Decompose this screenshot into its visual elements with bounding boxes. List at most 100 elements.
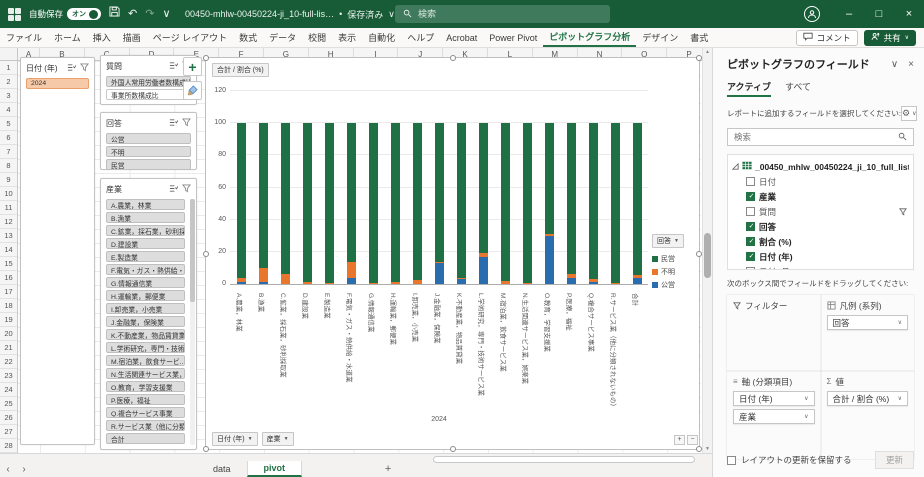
field-checkbox[interactable] (746, 192, 755, 201)
next-sheet-icon[interactable]: › (16, 461, 32, 477)
slicer-item[interactable]: B.漁業 (106, 212, 185, 223)
area-field-pill[interactable]: 回答∨ (827, 315, 909, 330)
stacked-bar[interactable] (479, 123, 488, 284)
search-input[interactable] (418, 9, 578, 19)
slicer-item[interactable]: K.不動産業，物品賃貸業 (106, 329, 185, 340)
filter-funnel-icon[interactable] (899, 208, 907, 216)
close-icon[interactable]: × (894, 0, 924, 28)
scroll-up-icon[interactable]: ▲ (703, 49, 712, 55)
slicer-item[interactable]: J.金融業，保険業 (106, 316, 185, 327)
chart-elements-button[interactable]: + (183, 57, 202, 76)
bar-segment-民営[interactable] (457, 123, 466, 277)
multi-select-icon[interactable] (169, 114, 178, 132)
multi-select-icon[interactable] (67, 59, 76, 77)
expand-button[interactable]: + (674, 435, 685, 445)
bar-segment-民営[interactable] (633, 123, 642, 275)
slicer-industry[interactable]: 産業 A.農業，林業B.漁業C.鉱業，採石業，砂利採...D.建設業E.製造業F… (100, 178, 197, 450)
row-header-26[interactable]: 26 (0, 411, 17, 425)
slicer-item[interactable]: 民営 (106, 159, 191, 170)
row-header-14[interactable]: 14 (0, 243, 17, 257)
row-header-16[interactable]: 16 (0, 271, 17, 285)
field-row-日付 (月)[interactable]: 日付 (月) (732, 264, 909, 270)
field-row-日付 (年)[interactable]: 日付 (年) (732, 249, 909, 264)
slicer-item[interactable]: H.運輸業，郵便業 (106, 290, 185, 301)
expand-triangle-icon[interactable] (732, 162, 739, 172)
sheet-tab-data[interactable]: data (197, 461, 247, 477)
field-row-質問[interactable]: 質問 (732, 204, 909, 219)
legend-entry-公営[interactable]: 公営 (652, 278, 699, 291)
legend-entry-不明[interactable]: 不明 (652, 265, 699, 278)
row-header-2[interactable]: 2 (0, 75, 17, 89)
row-header-8[interactable]: 8 (0, 159, 17, 173)
ribbon-tab-Acrobat[interactable]: Acrobat (440, 28, 483, 47)
scrollbar-thumb[interactable] (704, 233, 711, 278)
row-header-19[interactable]: 19 (0, 313, 17, 327)
horizontal-scrollbar[interactable] (430, 456, 698, 463)
bar-segment-民営[interactable] (303, 123, 312, 282)
row-header-11[interactable]: 11 (0, 201, 17, 215)
bar-segment-不明[interactable] (259, 268, 268, 282)
slicer-item[interactable]: F.電気・ガス・熱供給・... (106, 264, 185, 275)
slicer-item[interactable]: A.農業，林業 (106, 199, 185, 210)
ribbon-tab-表示[interactable]: 表示 (332, 28, 362, 47)
slicer-item[interactable]: N.生活関連サービス業，... (106, 368, 185, 379)
row-header-1[interactable]: 1 (0, 61, 17, 75)
tab-active[interactable]: アクティブ (727, 80, 771, 97)
stacked-bar[interactable] (259, 123, 268, 284)
ribbon-tab-ファイル[interactable]: ファイル (0, 28, 48, 47)
bar-segment-民営[interactable] (259, 123, 268, 268)
axis-field-button[interactable]: 日付 (年)▼ (212, 432, 258, 446)
bar-segment-民営[interactable] (281, 123, 290, 274)
area-dropzone[interactable] (733, 315, 815, 365)
stacked-bar[interactable] (391, 123, 400, 284)
selection-handle[interactable] (696, 55, 702, 61)
stacked-bar[interactable] (347, 123, 356, 284)
row-header-9[interactable]: 9 (0, 173, 17, 187)
bar-segment-民営[interactable] (347, 123, 356, 261)
save-icon[interactable] (109, 0, 120, 28)
row-header-15[interactable]: 15 (0, 257, 17, 271)
bar-segment-民営[interactable] (567, 123, 576, 274)
selection-handle[interactable] (203, 251, 209, 257)
slicer-item[interactable]: 事業所数構成比 (106, 89, 191, 100)
bar-segment-公営[interactable] (479, 257, 488, 284)
fields-search-input[interactable] (734, 132, 898, 142)
slicer-item[interactable]: P.医療，福祉 (106, 394, 185, 405)
add-sheet-button[interactable]: + (380, 461, 396, 477)
ribbon-tab-数式[interactable]: 数式 (233, 28, 263, 47)
slicer-item[interactable]: G.情報通信業 (106, 277, 185, 288)
selection-handle[interactable] (696, 251, 702, 257)
bar-segment-民営[interactable] (589, 123, 598, 279)
sheet-tab-pivot[interactable]: pivot (247, 461, 303, 477)
row-header-6[interactable]: 6 (0, 131, 17, 145)
stacked-bar[interactable] (303, 123, 312, 284)
bar-segment-不明[interactable] (281, 274, 290, 284)
area-field-pill[interactable]: 合計 / 割合 (%)∨ (827, 391, 909, 406)
stacked-bar[interactable] (369, 123, 378, 284)
stacked-bar[interactable] (545, 123, 554, 284)
share-button[interactable]: 共有 ∨ (864, 30, 916, 46)
stacked-bar[interactable] (237, 123, 246, 284)
slicer-item[interactable]: E.製造業 (106, 251, 185, 262)
slicer-item[interactable]: 公営 (106, 133, 191, 144)
tab-all[interactable]: すべて (785, 80, 811, 97)
row-header-3[interactable]: 3 (0, 89, 17, 103)
stacked-bar[interactable] (633, 123, 642, 284)
row-header-25[interactable]: 25 (0, 397, 17, 411)
redo-icon[interactable]: ↷ (145, 0, 154, 28)
ribbon-tab-描画[interactable]: 描画 (117, 28, 147, 47)
stacked-bar[interactable] (281, 123, 290, 284)
bar-segment-民営[interactable] (325, 123, 334, 283)
bar-segment-公営[interactable] (435, 263, 444, 284)
stacked-bar[interactable] (435, 123, 444, 284)
selection-handle[interactable] (203, 446, 209, 452)
field-checkbox[interactable] (746, 252, 755, 261)
row-header-13[interactable]: 13 (0, 229, 17, 243)
multi-select-icon[interactable] (169, 57, 178, 75)
bar-segment-民営[interactable] (391, 123, 400, 282)
multi-select-icon[interactable] (169, 180, 178, 198)
vertical-scrollbar[interactable]: ▲ ▼ (702, 48, 712, 453)
stacked-bar[interactable] (611, 123, 620, 284)
field-checkbox[interactable] (746, 222, 755, 231)
row-header-21[interactable]: 21 (0, 341, 17, 355)
